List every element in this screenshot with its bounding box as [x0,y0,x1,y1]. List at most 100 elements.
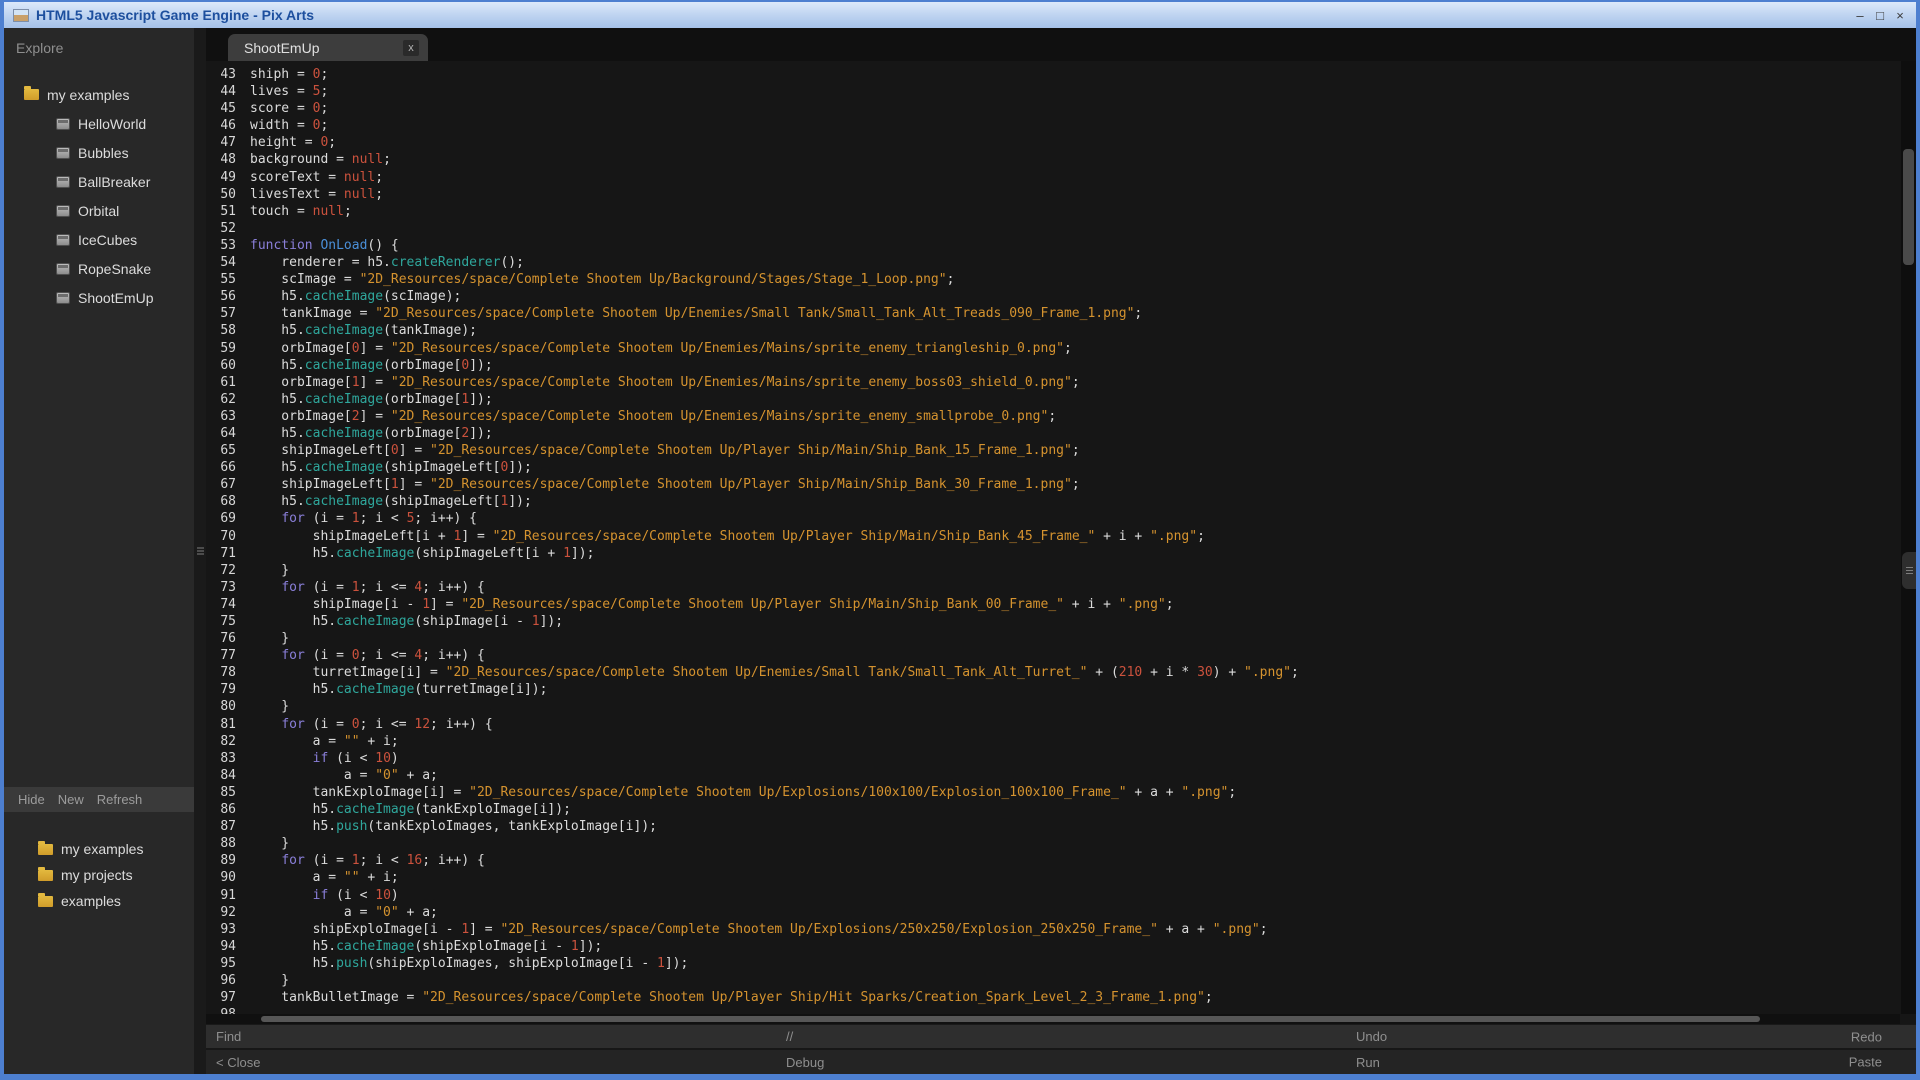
code-line[interactable]: 69 for (i = 1; i < 5; i++) { [206,510,1900,527]
code-line[interactable]: 67 shipImageLeft[1] = "2D_Resources/spac… [206,476,1900,493]
sidebar-item-icecubes[interactable]: IceCubes [4,225,194,254]
code-line[interactable]: 51touch = null; [206,203,1900,220]
run-button[interactable]: Run [1346,1055,1916,1070]
vertical-scrollbar[interactable] [1901,61,1916,1014]
code-line[interactable]: 73 for (i = 1; i <= 4; i++) { [206,579,1900,596]
sidebar-item-ropesnake[interactable]: RopeSnake [4,254,194,283]
code-line[interactable]: 81 for (i = 0; i <= 12; i++) { [206,716,1900,733]
undo-button[interactable]: Undo [1346,1029,1916,1044]
horizontal-scrollbar[interactable] [206,1014,1900,1024]
tab-close-icon[interactable]: x [403,40,419,56]
library-folder-my-examples[interactable]: my examples [4,836,194,862]
code-editor[interactable]: 43shiph = 0;44lives = 5;45score = 0;46wi… [206,61,1900,1014]
find-button[interactable]: Find [206,1029,776,1044]
new-button[interactable]: New [58,792,84,807]
code-line[interactable]: 83 if (i < 10) [206,750,1900,767]
code-line[interactable]: 48background = null; [206,151,1900,168]
code-line[interactable]: 89 for (i = 1; i < 16; i++) { [206,852,1900,869]
tree-root-label: my examples [47,87,129,103]
redo-button[interactable]: Redo [1851,1029,1882,1044]
side-panel-handle[interactable] [1902,552,1916,589]
horizontal-scroll-thumb[interactable] [261,1016,1760,1022]
line-number: 96 [206,972,250,989]
sidebar-splitter[interactable] [194,28,206,1074]
comment-button[interactable]: // [776,1029,1346,1044]
code-line[interactable]: 53function OnLoad() { [206,237,1900,254]
line-number: 63 [206,408,250,425]
code-line[interactable]: 86 h5.cacheImage(tankExploImage[i]); [206,801,1900,818]
line-number: 72 [206,562,250,579]
library-folder-examples[interactable]: examples [4,888,194,914]
code-line[interactable]: 60 h5.cacheImage(orbImage[0]); [206,357,1900,374]
code-line[interactable]: 91 if (i < 10) [206,887,1900,904]
code-line[interactable]: 78 turretImage[i] = "2D_Resources/space/… [206,664,1900,681]
code-line[interactable]: 70 shipImageLeft[i + 1] = "2D_Resources/… [206,528,1900,545]
vertical-scroll-thumb[interactable] [1903,149,1914,265]
code-line[interactable]: 52 [206,220,1900,237]
code-line[interactable]: 58 h5.cacheImage(tankImage); [206,322,1900,339]
code-line[interactable]: 92 a = "0" + a; [206,904,1900,921]
code-line[interactable]: 88 } [206,835,1900,852]
code-line[interactable]: 47height = 0; [206,134,1900,151]
sidebar-item-ballbreaker[interactable]: BallBreaker [4,167,194,196]
library-folder-my-projects[interactable]: my projects [4,862,194,888]
debug-button[interactable]: Debug [776,1055,1346,1070]
code-text: tankImage = "2D_Resources/space/Complete… [250,305,1142,322]
code-line[interactable]: 55 scImage = "2D_Resources/space/Complet… [206,271,1900,288]
code-line[interactable]: 87 h5.push(tankExploImages, tankExploIma… [206,818,1900,835]
code-line[interactable]: 77 for (i = 0; i <= 4; i++) { [206,647,1900,664]
code-line[interactable]: 98 [206,1006,1900,1014]
code-line[interactable]: 46width = 0; [206,117,1900,134]
code-line[interactable]: 96 } [206,972,1900,989]
code-line[interactable]: 80 } [206,698,1900,715]
code-line[interactable]: 68 h5.cacheImage(shipImageLeft[1]); [206,493,1900,510]
code-line[interactable]: 75 h5.cacheImage(shipImage[i - 1]); [206,613,1900,630]
code-line[interactable]: 57 tankImage = "2D_Resources/space/Compl… [206,305,1900,322]
code-line[interactable]: 95 h5.push(shipExploImages, shipExploIma… [206,955,1900,972]
line-number: 46 [206,117,250,134]
maximize-icon[interactable]: □ [1870,8,1890,23]
sidebar-item-my-examples[interactable]: my examples [4,80,194,109]
tab-shootemup[interactable]: ShootEmUp x [228,34,428,61]
sidebar-item-shootemup[interactable]: ShootEmUp [4,283,194,312]
sidebar-item-helloworld[interactable]: HelloWorld [4,109,194,138]
close-button[interactable]: < Close [206,1055,776,1070]
code-line[interactable]: 50livesText = null; [206,186,1900,203]
code-line[interactable]: 59 orbImage[0] = "2D_Resources/space/Com… [206,340,1900,357]
code-line[interactable]: 66 h5.cacheImage(shipImageLeft[0]); [206,459,1900,476]
code-line[interactable]: 97 tankBulletImage = "2D_Resources/space… [206,989,1900,1006]
code-line[interactable]: 44lives = 5; [206,83,1900,100]
code-line[interactable]: 82 a = "" + i; [206,733,1900,750]
code-line[interactable]: 56 h5.cacheImage(scImage); [206,288,1900,305]
code-line[interactable]: 45score = 0; [206,100,1900,117]
code-line[interactable]: 72 } [206,562,1900,579]
hide-button[interactable]: Hide [18,792,45,807]
code-line[interactable]: 90 a = "" + i; [206,869,1900,886]
sidebar-item-bubbles[interactable]: Bubbles [4,138,194,167]
code-line[interactable]: 93 shipExploImage[i - 1] = "2D_Resources… [206,921,1900,938]
code-line[interactable]: 62 h5.cacheImage(orbImage[1]); [206,391,1900,408]
code-line[interactable]: 63 orbImage[2] = "2D_Resources/space/Com… [206,408,1900,425]
code-line[interactable]: 94 h5.cacheImage(shipExploImage[i - 1]); [206,938,1900,955]
code-text: } [250,630,289,647]
code-line[interactable]: 43shiph = 0; [206,66,1900,83]
code-line[interactable]: 85 tankExploImage[i] = "2D_Resources/spa… [206,784,1900,801]
code-line[interactable]: 54 renderer = h5.createRenderer(); [206,254,1900,271]
code-line[interactable]: 65 shipImageLeft[0] = "2D_Resources/spac… [206,442,1900,459]
code-line[interactable]: 74 shipImage[i - 1] = "2D_Resources/spac… [206,596,1900,613]
code-line[interactable]: 79 h5.cacheImage(turretImage[i]); [206,681,1900,698]
refresh-button[interactable]: Refresh [97,792,143,807]
code-line[interactable]: 61 orbImage[1] = "2D_Resources/space/Com… [206,374,1900,391]
code-line[interactable]: 64 h5.cacheImage(orbImage[2]); [206,425,1900,442]
code-text: h5.push(tankExploImages, tankExploImage[… [250,818,657,835]
close-icon[interactable]: × [1890,8,1910,23]
code-line[interactable]: 71 h5.cacheImage(shipImageLeft[i + 1]); [206,545,1900,562]
code-line[interactable]: 49scoreText = null; [206,169,1900,186]
code-text: a = "0" + a; [250,904,438,921]
paste-button[interactable]: Paste [1849,1055,1882,1070]
minimize-icon[interactable]: – [1850,8,1870,23]
code-line[interactable]: 84 a = "0" + a; [206,767,1900,784]
tree-item-label: ShootEmUp [78,290,153,306]
sidebar-item-orbital[interactable]: Orbital [4,196,194,225]
code-line[interactable]: 76 } [206,630,1900,647]
